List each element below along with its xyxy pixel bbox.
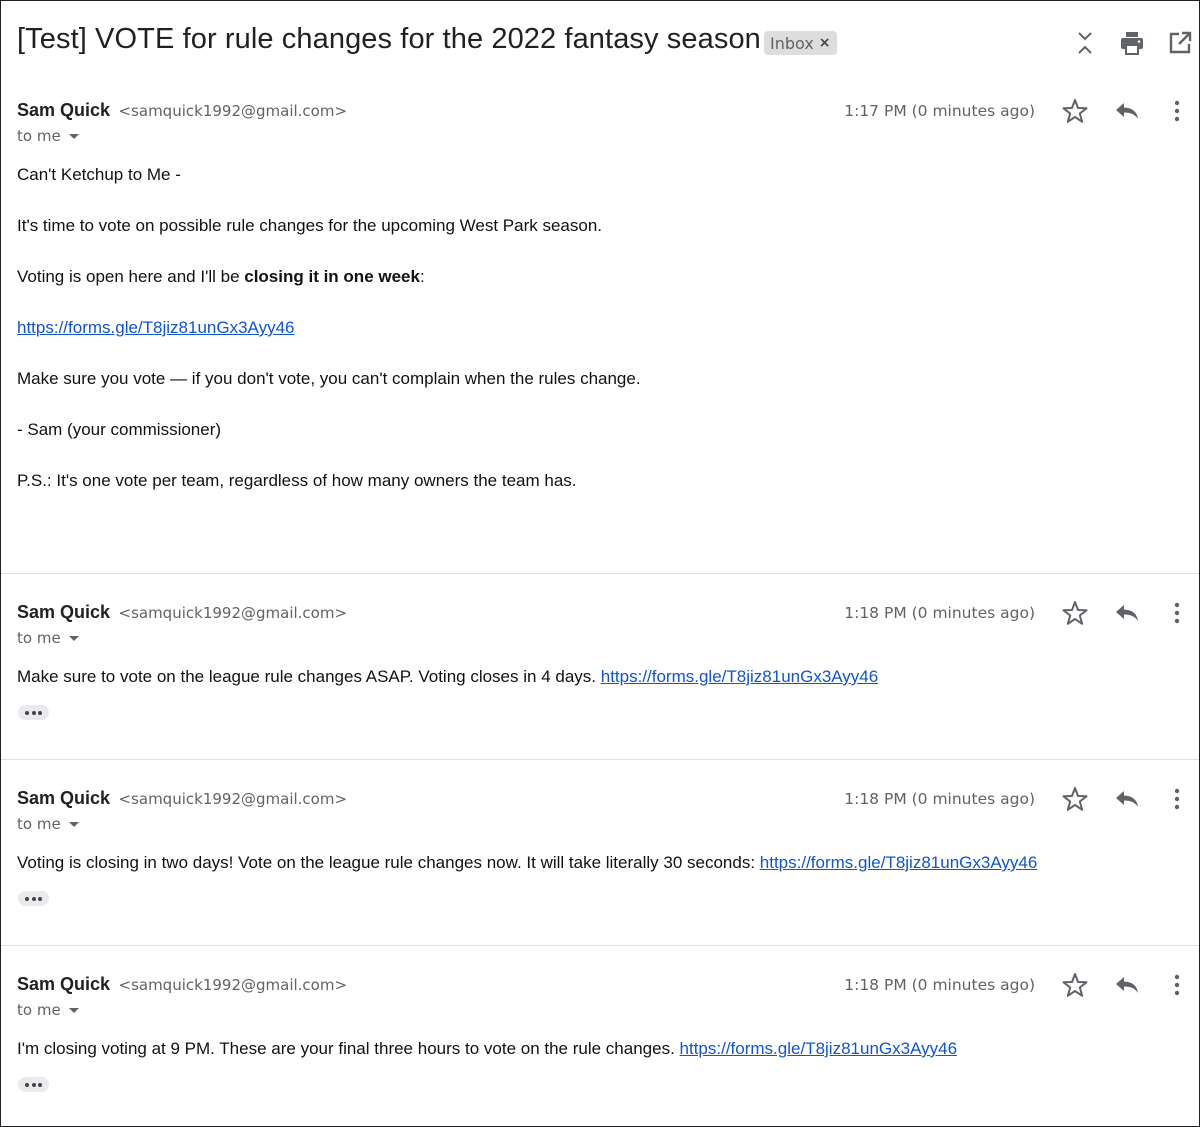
recipient-label: to me [17,629,61,647]
dot [25,896,30,901]
message-time: 1:17 PM (0 minutes ago) [844,102,1035,120]
message-body: Can't Ketchup to Me - It's time to vote … [17,165,641,522]
form-link[interactable]: https://forms.gle/T8jiz81unGx3Ayy46 [601,667,879,686]
collapse-all-icon[interactable] [1071,29,1099,57]
thread-header: [Test] VOTE for rule changes for the 202… [1,1,1199,85]
message-time: 1:18 PM (0 minutes ago) [844,976,1035,994]
postscript: P.S.: It's one vote per team, regardless… [17,471,577,490]
sender-row[interactable]: Sam Quick <samquick1992@gmail.com> [17,100,347,124]
star-icon[interactable] [1060,598,1090,628]
open-in-new-window-icon[interactable] [1166,29,1194,57]
reply-icon[interactable] [1112,970,1142,1000]
sender-email: <samquick1992@gmail.com> [118,604,348,622]
more-options-icon[interactable] [1162,598,1192,628]
recipient-label: to me [17,127,61,145]
dot [31,896,36,901]
thread-subject: [Test] VOTE for rule changes for the 202… [17,23,761,55]
message-divider [1,759,1199,760]
text-run: Voting is open here and I'll be [17,267,245,286]
form-link[interactable]: https://forms.gle/T8jiz81unGx3Ayy46 [760,853,1038,872]
more-options-icon[interactable] [1162,970,1192,1000]
body-paragraph: Make sure you vote — if you don't vote, … [17,369,641,388]
dot [37,710,42,715]
message-body: I'm closing voting at 9 PM. These are yo… [17,1039,957,1059]
dot [31,710,36,715]
recipient-row: to me [17,629,79,647]
sender-email: <samquick1992@gmail.com> [118,976,348,994]
recipient-row: to me [17,127,79,145]
recipient-label: to me [17,1001,61,1019]
body-paragraph: Voting is open here and I'll be closing … [17,267,641,287]
more-options-icon[interactable] [1162,96,1192,126]
link-paragraph: https://forms.gle/T8jiz81unGx3Ayy46 [17,318,641,338]
sender-row[interactable]: Sam Quick <samquick1992@gmail.com> [17,602,347,626]
reply-icon[interactable] [1112,784,1142,814]
dot [37,1082,42,1087]
star-icon[interactable] [1060,96,1090,126]
message-time: 1:18 PM (0 minutes ago) [844,790,1035,808]
show-details-icon[interactable] [68,822,79,827]
message-time: 1:18 PM (0 minutes ago) [844,604,1035,622]
signature: - Sam (your commissioner) [17,420,222,439]
greeting: Can't Ketchup to Me - [17,165,181,184]
show-trimmed-content-button[interactable] [18,705,49,720]
inbox-label-chip[interactable]: Inbox × [764,31,837,55]
star-icon[interactable] [1060,784,1090,814]
sender-name: Sam Quick [17,602,111,622]
sender-name: Sam Quick [17,788,111,808]
show-details-icon[interactable] [68,134,79,139]
dot [25,1082,30,1087]
recipient-row: to me [17,815,79,833]
print-icon[interactable] [1118,29,1146,57]
star-icon[interactable] [1060,970,1090,1000]
label-name: Inbox [770,33,814,53]
sender-name: Sam Quick [17,974,111,994]
message-body: Make sure to vote on the league rule cha… [17,667,878,687]
recipient-label: to me [17,815,61,833]
body-paragraph: It's time to vote on possible rule chang… [17,216,603,235]
bold-text: closing it in one week [244,267,420,286]
dot [37,896,42,901]
sender-email: <samquick1992@gmail.com> [118,102,348,120]
sender-name: Sam Quick [17,100,111,120]
body-text: I'm closing voting at 9 PM. These are yo… [17,1039,680,1058]
message-divider [1,573,1199,574]
form-link[interactable]: https://forms.gle/T8jiz81unGx3Ayy46 [17,318,295,337]
show-details-icon[interactable] [68,1008,79,1013]
reply-icon[interactable] [1112,598,1142,628]
message-divider [1,945,1199,946]
show-trimmed-content-button[interactable] [18,1077,49,1092]
sender-row[interactable]: Sam Quick <samquick1992@gmail.com> [17,788,347,812]
sender-email: <samquick1992@gmail.com> [118,790,348,808]
more-options-icon[interactable] [1162,784,1192,814]
email-thread-view: [Test] VOTE for rule changes for the 202… [0,0,1200,1127]
remove-label-icon[interactable]: × [819,35,831,51]
dot [25,710,30,715]
body-text: Make sure to vote on the league rule cha… [17,667,601,686]
reply-icon[interactable] [1112,96,1142,126]
show-trimmed-content-button[interactable] [18,891,49,906]
recipient-row: to me [17,1001,79,1019]
sender-row[interactable]: Sam Quick <samquick1992@gmail.com> [17,974,347,998]
dot [31,1082,36,1087]
form-link[interactable]: https://forms.gle/T8jiz81unGx3Ayy46 [680,1039,958,1058]
text-run: : [419,267,425,286]
body-text: Voting is closing in two days! Vote on t… [17,853,760,872]
message-body: Voting is closing in two days! Vote on t… [17,853,1037,873]
show-details-icon[interactable] [68,636,79,641]
